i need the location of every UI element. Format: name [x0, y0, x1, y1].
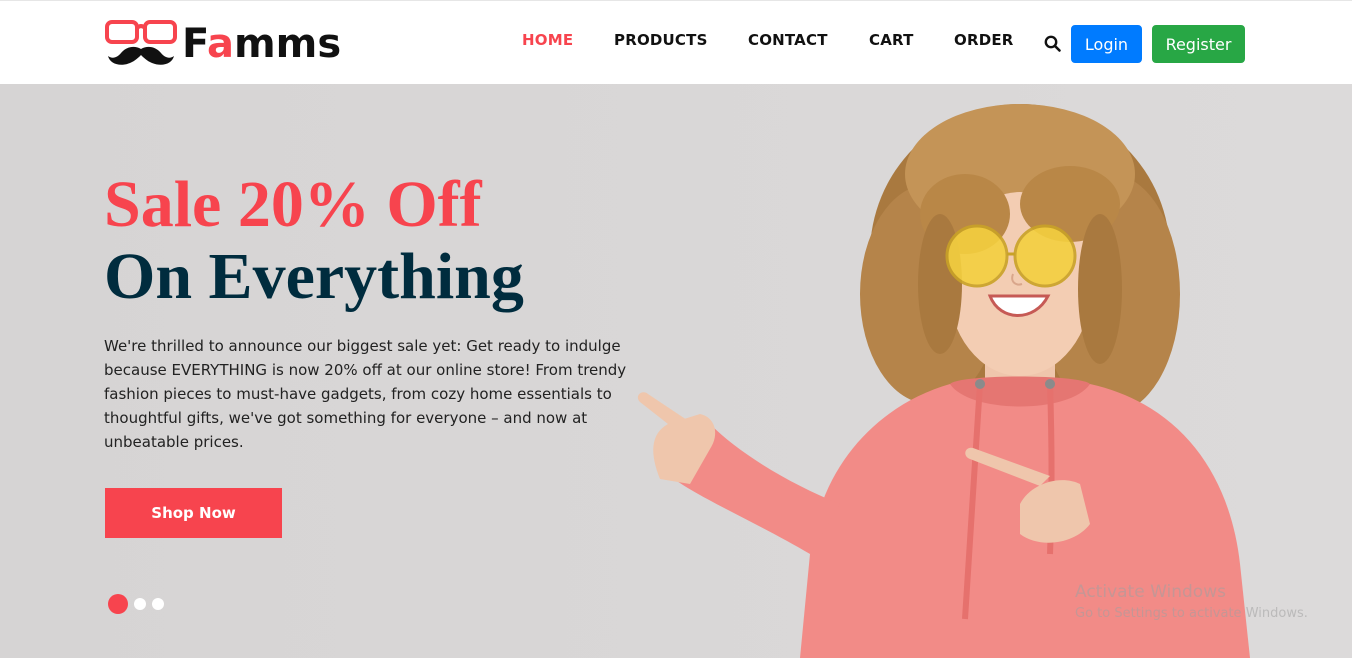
- nav-products-link[interactable]: PRODUCTS: [614, 31, 708, 49]
- nav-cart-link[interactable]: CART: [869, 31, 914, 49]
- brand-logo[interactable]: Famms: [104, 19, 341, 69]
- nav-order-link[interactable]: ORDER: [954, 31, 1014, 49]
- hero-slider: Sale 20% Off On Everything We're thrille…: [0, 84, 1352, 658]
- slider-dot-1[interactable]: [108, 594, 128, 614]
- nav-contact-link[interactable]: CONTACT: [748, 31, 828, 49]
- hero-title-everything: On Everything: [104, 240, 524, 313]
- search-button[interactable]: [1043, 34, 1063, 54]
- nav-home-link[interactable]: HOME: [522, 31, 573, 49]
- shop-now-button[interactable]: Shop Now: [105, 488, 282, 538]
- glasses-mustache-icon: [105, 20, 177, 65]
- windows-activation-watermark-text: Go to Settings to activate Windows.: [1075, 606, 1308, 621]
- windows-activation-watermark-title: Activate Windows: [1075, 582, 1226, 602]
- site-header: Famms HOME PRODUCTS CONTACT CART ORDER L…: [0, 0, 1352, 84]
- hero-description: We're thrilled to announce our biggest s…: [104, 337, 627, 451]
- brand-name: Famms: [182, 21, 342, 67]
- search-icon: [1044, 35, 1061, 52]
- hero-model-image: [637, 104, 1250, 658]
- register-button[interactable]: Register: [1152, 25, 1245, 63]
- login-button[interactable]: Login: [1071, 25, 1142, 63]
- hero-title-sale: Sale 20% Off: [104, 168, 482, 241]
- slider-dot-3[interactable]: [152, 598, 164, 610]
- slider-dot-2[interactable]: [134, 598, 146, 610]
